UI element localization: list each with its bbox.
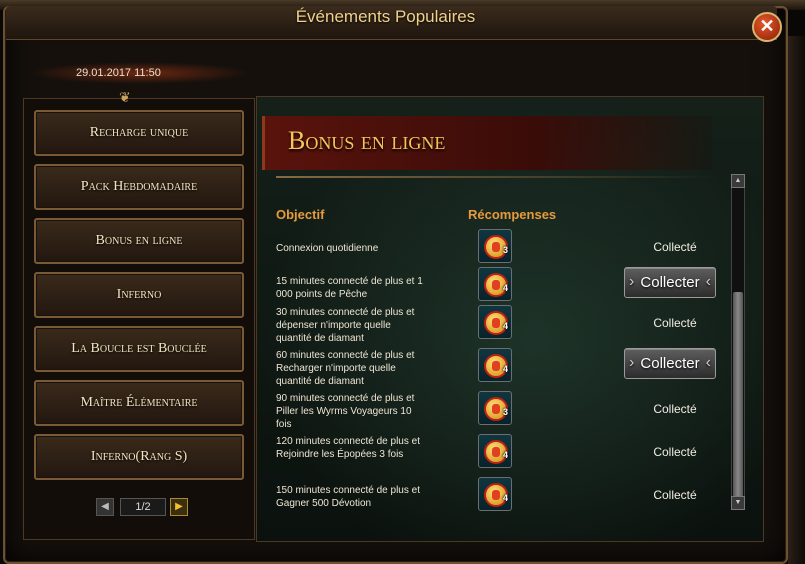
sidebar-item-recharge-unique[interactable]: Recharge unique: [34, 110, 244, 156]
objective-text: 90 minutes connecté de plus et Piller le…: [276, 393, 415, 430]
reward-slot[interactable]: 4: [478, 348, 512, 382]
status-collected: Collecté: [653, 402, 697, 416]
window-title: Événements Populaires: [295, 7, 476, 26]
reward-count: 4: [502, 283, 508, 293]
arrow-right-icon: ▶: [175, 501, 183, 512]
objective-text: 60 minutes connecté de plus et Recharger…: [276, 350, 415, 387]
sidebar-item-la-boucle[interactable]: La Boucle est Bouclée: [34, 326, 244, 372]
next-page-button[interactable]: ▶: [170, 498, 188, 516]
reward-slot[interactable]: 4: [478, 305, 512, 339]
sidebar-item-bonus-en-ligne[interactable]: Bonus en ligne: [34, 218, 244, 264]
objective-text: 150 minutes connecté de plus et Gagner 5…: [276, 485, 420, 509]
scroll-up-button[interactable]: ▲: [731, 174, 745, 188]
date-label: 29.01.2017 11:50: [76, 67, 161, 79]
reward-count: 4: [502, 321, 508, 331]
reward-slot[interactable]: 3: [478, 229, 512, 263]
sidebar-ornament-icon: ❦: [119, 89, 131, 105]
arrow-down-icon: ▼: [734, 499, 742, 506]
collect-button[interactable]: Collecter: [624, 348, 716, 379]
scrollbar-thumb[interactable]: [733, 292, 743, 498]
prev-page-button[interactable]: ◀: [96, 498, 114, 516]
reward-count: 3: [502, 245, 508, 255]
objective-text: Connexion quotidienne: [276, 243, 379, 254]
sidebar-item-maitre-elementaire[interactable]: Maître Élémentaire: [34, 380, 244, 426]
reward-slot[interactable]: 4: [478, 434, 512, 468]
status-collected: Collecté: [653, 240, 697, 254]
arrow-left-icon: ◀: [101, 501, 109, 512]
background-game-ui-edge: [788, 36, 805, 564]
reward-count: 4: [502, 364, 508, 374]
page-indicator: 1/2: [120, 498, 166, 516]
reward-slot[interactable]: 4: [478, 477, 512, 511]
sidebar-item-pack-hebdomadaire[interactable]: Pack Hebdomadaire: [34, 164, 244, 210]
sidebar-item-inferno[interactable]: Inferno: [34, 272, 244, 318]
reward-count: 3: [502, 407, 508, 417]
column-header-recompenses: Récompenses: [468, 207, 557, 222]
scroll-down-button[interactable]: ▼: [731, 496, 745, 510]
column-header-objectif: Objectif: [276, 207, 325, 222]
reward-slot[interactable]: 3: [478, 391, 512, 425]
reward-count: 4: [502, 450, 508, 460]
reward-slot[interactable]: 4: [478, 267, 512, 301]
status-collected: Collecté: [653, 316, 697, 330]
close-button[interactable]: ✕: [752, 12, 782, 42]
arrow-up-icon: ▲: [734, 177, 742, 184]
objective-text: 120 minutes connecté de plus et Rejoindr…: [276, 436, 420, 460]
close-icon: ✕: [759, 16, 775, 36]
banner-divider: [276, 176, 716, 178]
status-collected: Collecté: [653, 445, 697, 459]
status-collected: Collecté: [653, 488, 697, 502]
reward-count: 4: [502, 493, 508, 503]
objective-text: 30 minutes connecté de plus et dépenser …: [276, 307, 415, 344]
sidebar-item-inferno-rang-s[interactable]: Inferno(Rang S): [34, 434, 244, 480]
collect-button[interactable]: Collecter: [624, 267, 716, 298]
section-title: Bonus en ligne: [288, 126, 446, 155]
objective-text: 15 minutes connecté de plus et 1 000 poi…: [276, 276, 423, 300]
